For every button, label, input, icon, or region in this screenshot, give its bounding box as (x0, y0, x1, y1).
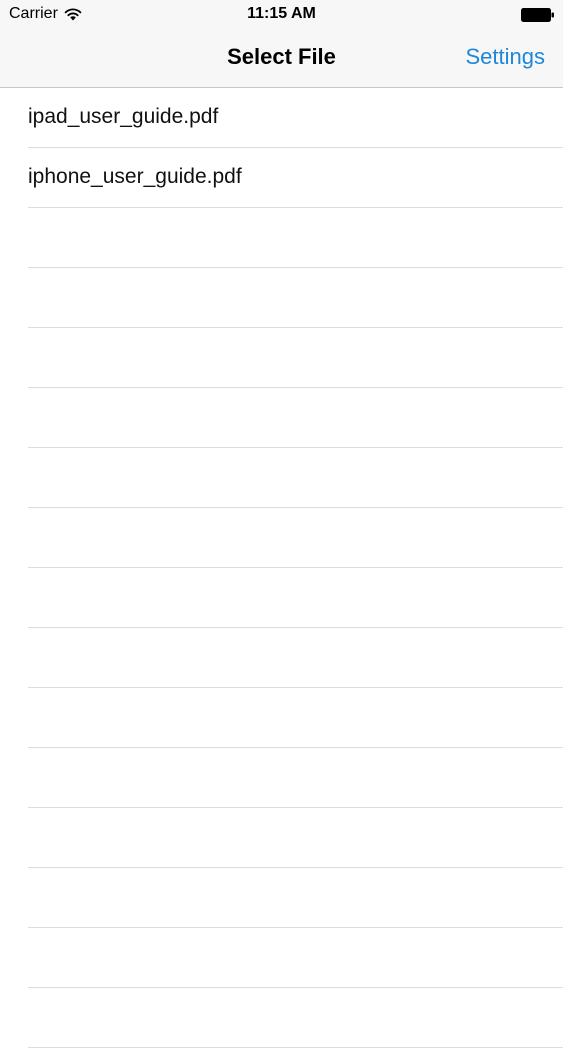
file-row[interactable] (28, 928, 563, 988)
status-time: 11:15 AM (247, 5, 316, 22)
top-bars: Carrier 11:15 AM Select File Settings (0, 0, 563, 88)
settings-button[interactable]: Settings (466, 44, 546, 70)
file-row[interactable] (28, 868, 563, 928)
file-name: ipad_user_guide.pdf (28, 105, 219, 128)
file-row[interactable] (28, 448, 563, 508)
file-row[interactable] (28, 568, 563, 628)
file-row[interactable] (28, 388, 563, 448)
status-bar: Carrier 11:15 AM (0, 0, 563, 28)
file-name: iphone_user_guide.pdf (28, 165, 242, 188)
file-row[interactable] (28, 808, 563, 868)
file-row[interactable] (28, 508, 563, 568)
file-row[interactable] (28, 988, 563, 1048)
file-row[interactable] (28, 628, 563, 688)
navigation-bar: Select File Settings (0, 28, 563, 87)
battery-icon (521, 8, 554, 22)
file-row[interactable] (28, 268, 563, 328)
file-list: ipad_user_guide.pdf iphone_user_guide.pdf (0, 88, 563, 1048)
file-row[interactable] (28, 748, 563, 808)
file-row[interactable] (28, 208, 563, 268)
file-row[interactable] (28, 688, 563, 748)
file-row[interactable] (28, 328, 563, 388)
file-row[interactable]: iphone_user_guide.pdf (28, 148, 563, 208)
file-row[interactable]: ipad_user_guide.pdf (28, 88, 563, 148)
